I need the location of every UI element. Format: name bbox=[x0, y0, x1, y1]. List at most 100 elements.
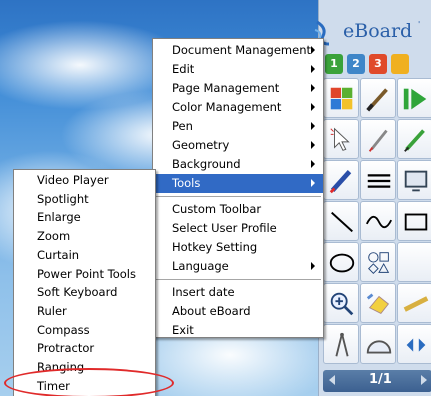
page-counter: 1/1 bbox=[369, 372, 392, 387]
submenu-item-zoom[interactable]: Zoom bbox=[14, 227, 155, 246]
submenu-arrow-icon bbox=[311, 65, 315, 73]
menu-item-custom-toolbar[interactable]: Custom Toolbar bbox=[153, 200, 323, 219]
page-navigator: 1/1 bbox=[323, 370, 431, 392]
page-tab-4[interactable] bbox=[391, 54, 409, 74]
tool-button[interactable] bbox=[360, 283, 396, 323]
submenu-arrow-icon bbox=[311, 262, 315, 270]
submenu-item-enlarge[interactable]: Enlarge bbox=[14, 208, 155, 227]
menu-item-label: Background bbox=[172, 157, 241, 171]
brush-icon bbox=[366, 88, 388, 112]
ellipse-icon bbox=[329, 253, 355, 273]
pen-icon bbox=[368, 129, 388, 152]
tool-button[interactable] bbox=[360, 119, 396, 159]
menu-item-label: Custom Toolbar bbox=[172, 202, 262, 216]
tool-button[interactable] bbox=[360, 78, 396, 118]
tool-button[interactable] bbox=[323, 242, 359, 282]
green-pencil-icon bbox=[404, 129, 425, 152]
submenu-arrow-icon bbox=[311, 179, 315, 187]
eraser-icon bbox=[366, 293, 390, 314]
tool-button[interactable] bbox=[397, 160, 431, 200]
eboard-toolbar: eBoard ' 123 1/1 bbox=[314, 0, 431, 396]
display-icon bbox=[404, 170, 428, 192]
submenu-item-soft-keyboard[interactable]: Soft Keyboard bbox=[14, 283, 155, 302]
tool-button[interactable] bbox=[323, 324, 359, 364]
cursor-icon bbox=[330, 127, 350, 151]
page-tab-2[interactable]: 2 bbox=[347, 54, 365, 74]
submenu-arrow-icon bbox=[311, 103, 315, 111]
menu-item-language[interactable]: Language bbox=[153, 257, 323, 276]
page-tab-3[interactable]: 3 bbox=[369, 54, 387, 74]
app-title: eBoard bbox=[343, 20, 413, 42]
page-tabs: 123 bbox=[323, 52, 431, 76]
menu-item-exit[interactable]: Exit bbox=[153, 321, 323, 340]
tool-button[interactable] bbox=[323, 160, 359, 200]
tool-button[interactable] bbox=[323, 201, 359, 241]
menu-item-label: Exit bbox=[172, 323, 194, 337]
submenu-item-power-point-tools[interactable]: Power Point Tools bbox=[14, 265, 155, 284]
main-context-menu: Document Management Edit Page Management Co… bbox=[152, 38, 324, 338]
tool-button[interactable] bbox=[323, 283, 359, 323]
page-tab-1[interactable]: 1 bbox=[325, 54, 343, 74]
submenu-item-curtain[interactable]: Curtain bbox=[14, 246, 155, 265]
menu-item-hotkey-setting[interactable]: Hotkey Setting bbox=[153, 238, 323, 257]
tool-button[interactable] bbox=[360, 324, 396, 364]
submenu-item-ruler[interactable]: Ruler bbox=[14, 302, 155, 321]
submenu-item-protractor[interactable]: Protractor bbox=[14, 339, 155, 358]
arrows-icon bbox=[406, 338, 426, 352]
tool-button[interactable] bbox=[397, 324, 431, 364]
menu-item-document-management[interactable]: Document Management bbox=[153, 41, 323, 60]
menu-item-pen[interactable]: Pen bbox=[153, 117, 323, 136]
menu-item-insert-date[interactable]: Insert date bbox=[153, 283, 323, 302]
submenu-item-spotlight[interactable]: Spotlight bbox=[14, 190, 155, 209]
annotation-ellipse bbox=[4, 368, 174, 396]
desktop-background: eBoard ' 123 1/1 Document Management Edit… bbox=[0, 0, 431, 396]
wave-icon bbox=[365, 215, 393, 229]
windows-logo-icon bbox=[330, 87, 353, 110]
toolbar-header: eBoard ' bbox=[314, 8, 431, 46]
submenu-arrow-icon bbox=[311, 122, 315, 130]
line-icon bbox=[331, 211, 353, 233]
menu-item-edit[interactable]: Edit bbox=[153, 60, 323, 79]
menu-item-tools[interactable]: Tools bbox=[153, 174, 323, 193]
menu-item-label: Document Management bbox=[172, 43, 311, 57]
tool-button[interactable] bbox=[397, 119, 431, 159]
menu-item-label: Hotkey Setting bbox=[172, 240, 258, 254]
tool-button[interactable] bbox=[397, 78, 431, 118]
menu-item-color-management[interactable]: Color Management bbox=[153, 98, 323, 117]
menu-item-label: Color Management bbox=[172, 100, 282, 114]
tools-submenu: Video Player Spotlight Enlarge Zoom Curtain P… bbox=[13, 169, 156, 396]
menu-item-label: Select User Profile bbox=[172, 221, 277, 235]
tool-button[interactable] bbox=[323, 119, 359, 159]
protractor-icon bbox=[366, 340, 392, 354]
previous-page-icon[interactable] bbox=[329, 375, 335, 385]
submenu-arrow-icon bbox=[311, 160, 315, 168]
tool-button[interactable] bbox=[360, 160, 396, 200]
menu-item-select-user-profile[interactable]: Select User Profile bbox=[153, 219, 323, 238]
menu-item-label: Edit bbox=[172, 62, 195, 76]
tool-button[interactable] bbox=[360, 201, 396, 241]
menu-item-background[interactable]: Background bbox=[153, 155, 323, 174]
tool-button[interactable] bbox=[360, 242, 396, 282]
trademark-mark: ' bbox=[418, 20, 421, 29]
menu-item-label: Tools bbox=[172, 176, 201, 190]
submenu-item-video-player[interactable]: Video Player bbox=[14, 171, 155, 190]
submenu-arrow-icon bbox=[311, 84, 315, 92]
rectangle-icon bbox=[404, 213, 428, 231]
tool-button[interactable] bbox=[397, 201, 431, 241]
next-page-icon[interactable] bbox=[421, 375, 427, 385]
compass-icon bbox=[335, 332, 349, 357]
menu-separator bbox=[155, 196, 321, 197]
menu-item-page-management[interactable]: Page Management bbox=[153, 79, 323, 98]
submenu-item-compass[interactable]: Compass bbox=[14, 321, 155, 340]
menu-item-label: About eBoard bbox=[172, 304, 251, 318]
lines-icon bbox=[367, 174, 391, 188]
shapes-icon bbox=[368, 252, 390, 274]
menu-item-label: Geometry bbox=[172, 138, 230, 152]
menu-item-label: Insert date bbox=[172, 285, 235, 299]
tool-button[interactable] bbox=[397, 283, 431, 323]
tool-button[interactable] bbox=[397, 242, 431, 282]
menu-item-about-eboard[interactable]: About eBoard bbox=[153, 302, 323, 321]
menu-item-label: Language bbox=[172, 259, 229, 273]
tool-button[interactable] bbox=[323, 78, 359, 118]
menu-item-geometry[interactable]: Geometry bbox=[153, 136, 323, 155]
